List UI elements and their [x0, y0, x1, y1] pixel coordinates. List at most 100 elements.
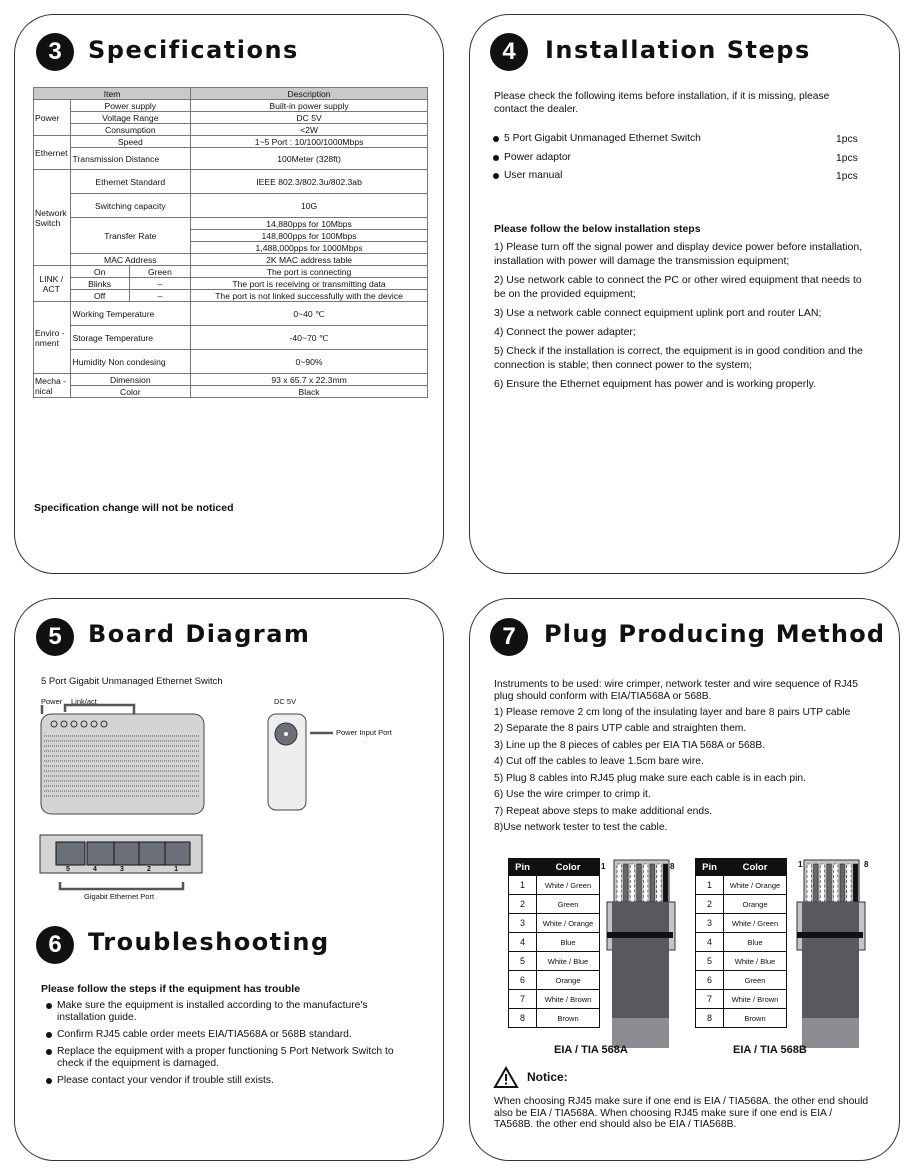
trouble-item: Make sure the equipment is installed acc… — [46, 1000, 417, 1024]
pin-number: 8 — [695, 1008, 724, 1028]
pin-number: 3 — [508, 913, 537, 933]
spec-item: Consumption — [69, 123, 192, 136]
ports-bracket — [58, 882, 185, 891]
header-description: Description — [190, 87, 428, 100]
wire-color: White / Orange — [536, 913, 600, 933]
spec-item: Green — [128, 265, 192, 278]
section-number: 3 — [36, 33, 74, 71]
plug-instructions: Instruments to be used: wire crimper, ne… — [494, 679, 874, 834]
spec-item: Ethernet Standard — [69, 169, 192, 194]
package-item: 5 Port Gigabit Unmanaged Ethernet Switch — [493, 133, 701, 144]
pin-row: 6 Orange — [508, 970, 600, 990]
wire — [649, 863, 655, 905]
spec-value: 0~90% — [190, 349, 428, 374]
group-ethernet: Ethernet — [33, 135, 71, 170]
wire — [616, 863, 622, 905]
wire-color: Green — [536, 894, 600, 914]
spec-item: Switching capacity — [69, 193, 192, 218]
wire-color: White / Brown — [723, 989, 787, 1009]
board-subtitle: 5 Port Gigabit Unmanaged Ethernet Switch — [41, 676, 223, 687]
pin-number: 7 — [508, 989, 537, 1009]
group-power: Power — [33, 99, 71, 136]
wire — [636, 863, 642, 905]
steps-heading: Please follow the below installation ste… — [494, 223, 701, 235]
label-568a: EIA / TIA 568A — [554, 1044, 628, 1056]
wire — [826, 863, 832, 905]
install-step: 5) Check if the installation is correct,… — [494, 345, 863, 371]
spec-value: DC 5V — [190, 111, 428, 124]
group-link-act: LINK / ACT — [33, 265, 71, 302]
spec-note: Specification change will not be noticed — [34, 502, 234, 514]
wire-color: Blue — [723, 932, 787, 952]
pin-row: 4 Blue — [695, 932, 787, 952]
pin-table-568b: Pin Color 1 White / Orange 2 Orange 3 White / … — [695, 858, 787, 1028]
spec-value: 0~40 ℃ — [190, 301, 428, 326]
spec-item: Dimension — [69, 373, 192, 386]
install-step: 1) Please turn off the signal power and … — [494, 241, 863, 267]
wire — [839, 863, 845, 905]
wire — [813, 863, 819, 905]
pin-row: 7 White / Brown — [695, 989, 787, 1009]
trouble-item: Replace the equipment with a proper func… — [46, 1046, 397, 1070]
spec-item: Working Temperature — [69, 301, 192, 326]
spec-value: The port is not linked successfully with… — [190, 289, 428, 302]
group-environment: Enviro -nment — [33, 301, 71, 374]
pin-row: 4 Blue — [508, 932, 600, 952]
section-number: 6 — [36, 926, 74, 964]
section-number: 4 — [490, 33, 528, 71]
spec-value: The port is connecting — [190, 265, 428, 278]
wire — [806, 863, 812, 905]
spec-item: Transmission Distance — [69, 147, 192, 170]
pin-number: 4 — [508, 932, 537, 952]
wire-color: Orange — [536, 970, 600, 990]
spec-item: Humidity Non condesing — [69, 349, 192, 374]
plug-step: 1) Please remove 2 cm long of the insula… — [494, 707, 851, 718]
pin-number: 2 — [508, 894, 537, 914]
group-network-switch: Network Switch — [33, 169, 71, 266]
pin-row: 5 White / Blue — [508, 951, 600, 971]
wire — [846, 863, 852, 905]
pin-row: 3 White / Orange — [508, 913, 600, 933]
section-number: 7 — [490, 618, 528, 656]
spec-item: Storage Temperature — [69, 325, 192, 350]
notice-text: When choosing RJ45 make sure if one end … — [494, 1096, 869, 1130]
spec-value: 2K MAC address table — [190, 253, 428, 266]
label-568b: EIA / TIA 568B — [733, 1044, 807, 1056]
spec-value: 1~5 Port : 10/100/1000Mbps — [190, 135, 428, 148]
spec-table: Item Description Power Power supply Built-i… — [32, 87, 428, 398]
install-step: 3) Use a network cable connect equipment… — [494, 307, 822, 319]
wire-color: White / Green — [536, 875, 600, 895]
section-title: Plug Producing Method — [544, 620, 886, 648]
trouble-item: Please contact your vendor if trouble st… — [46, 1075, 417, 1086]
install-intro: Please check the following items before … — [494, 91, 830, 115]
wire — [629, 863, 636, 905]
spec-value: Black — [190, 385, 428, 398]
section-title: Specifications — [88, 36, 299, 64]
package-item: User manual — [492, 170, 563, 181]
port-number: 4 — [93, 866, 97, 873]
wire-color: Orange — [723, 894, 787, 914]
wire-color: White / Orange — [723, 875, 787, 895]
pin-row: 8 Brown — [695, 1008, 787, 1028]
spec-value: 1,488,000pps for 1000Mbps — [190, 241, 428, 254]
spec-value: IEEE 802.3/802.3u/802.3ab — [190, 169, 428, 194]
plug-step: 8)Use network tester to test the cable. — [494, 822, 668, 833]
section-title: Installation Steps — [545, 36, 811, 64]
pin-8-label: 8 — [670, 862, 675, 871]
pin-8-label: 8 — [864, 860, 869, 869]
wire — [643, 863, 649, 905]
spec-item: On — [69, 265, 130, 278]
pin-row: 1 White / Orange — [695, 875, 787, 895]
spec-value: 14,880pps for 10Mbps — [190, 217, 428, 230]
plug-step: 6) Use the wire crimper to crimp it. — [494, 789, 651, 800]
spec-value: Built-in power supply — [190, 99, 428, 112]
wire — [819, 863, 826, 905]
pin-number: 6 — [695, 970, 724, 990]
pin-number: 3 — [695, 913, 724, 933]
spec-value: The port is receiving or transmitting da… — [190, 277, 428, 290]
spec-item: MAC Address — [69, 253, 192, 266]
rj45-plug-568a — [606, 859, 676, 1048]
section-title: Board Diagram — [88, 620, 311, 648]
pin-row: 8 Brown — [508, 1008, 600, 1028]
wire — [623, 863, 629, 905]
